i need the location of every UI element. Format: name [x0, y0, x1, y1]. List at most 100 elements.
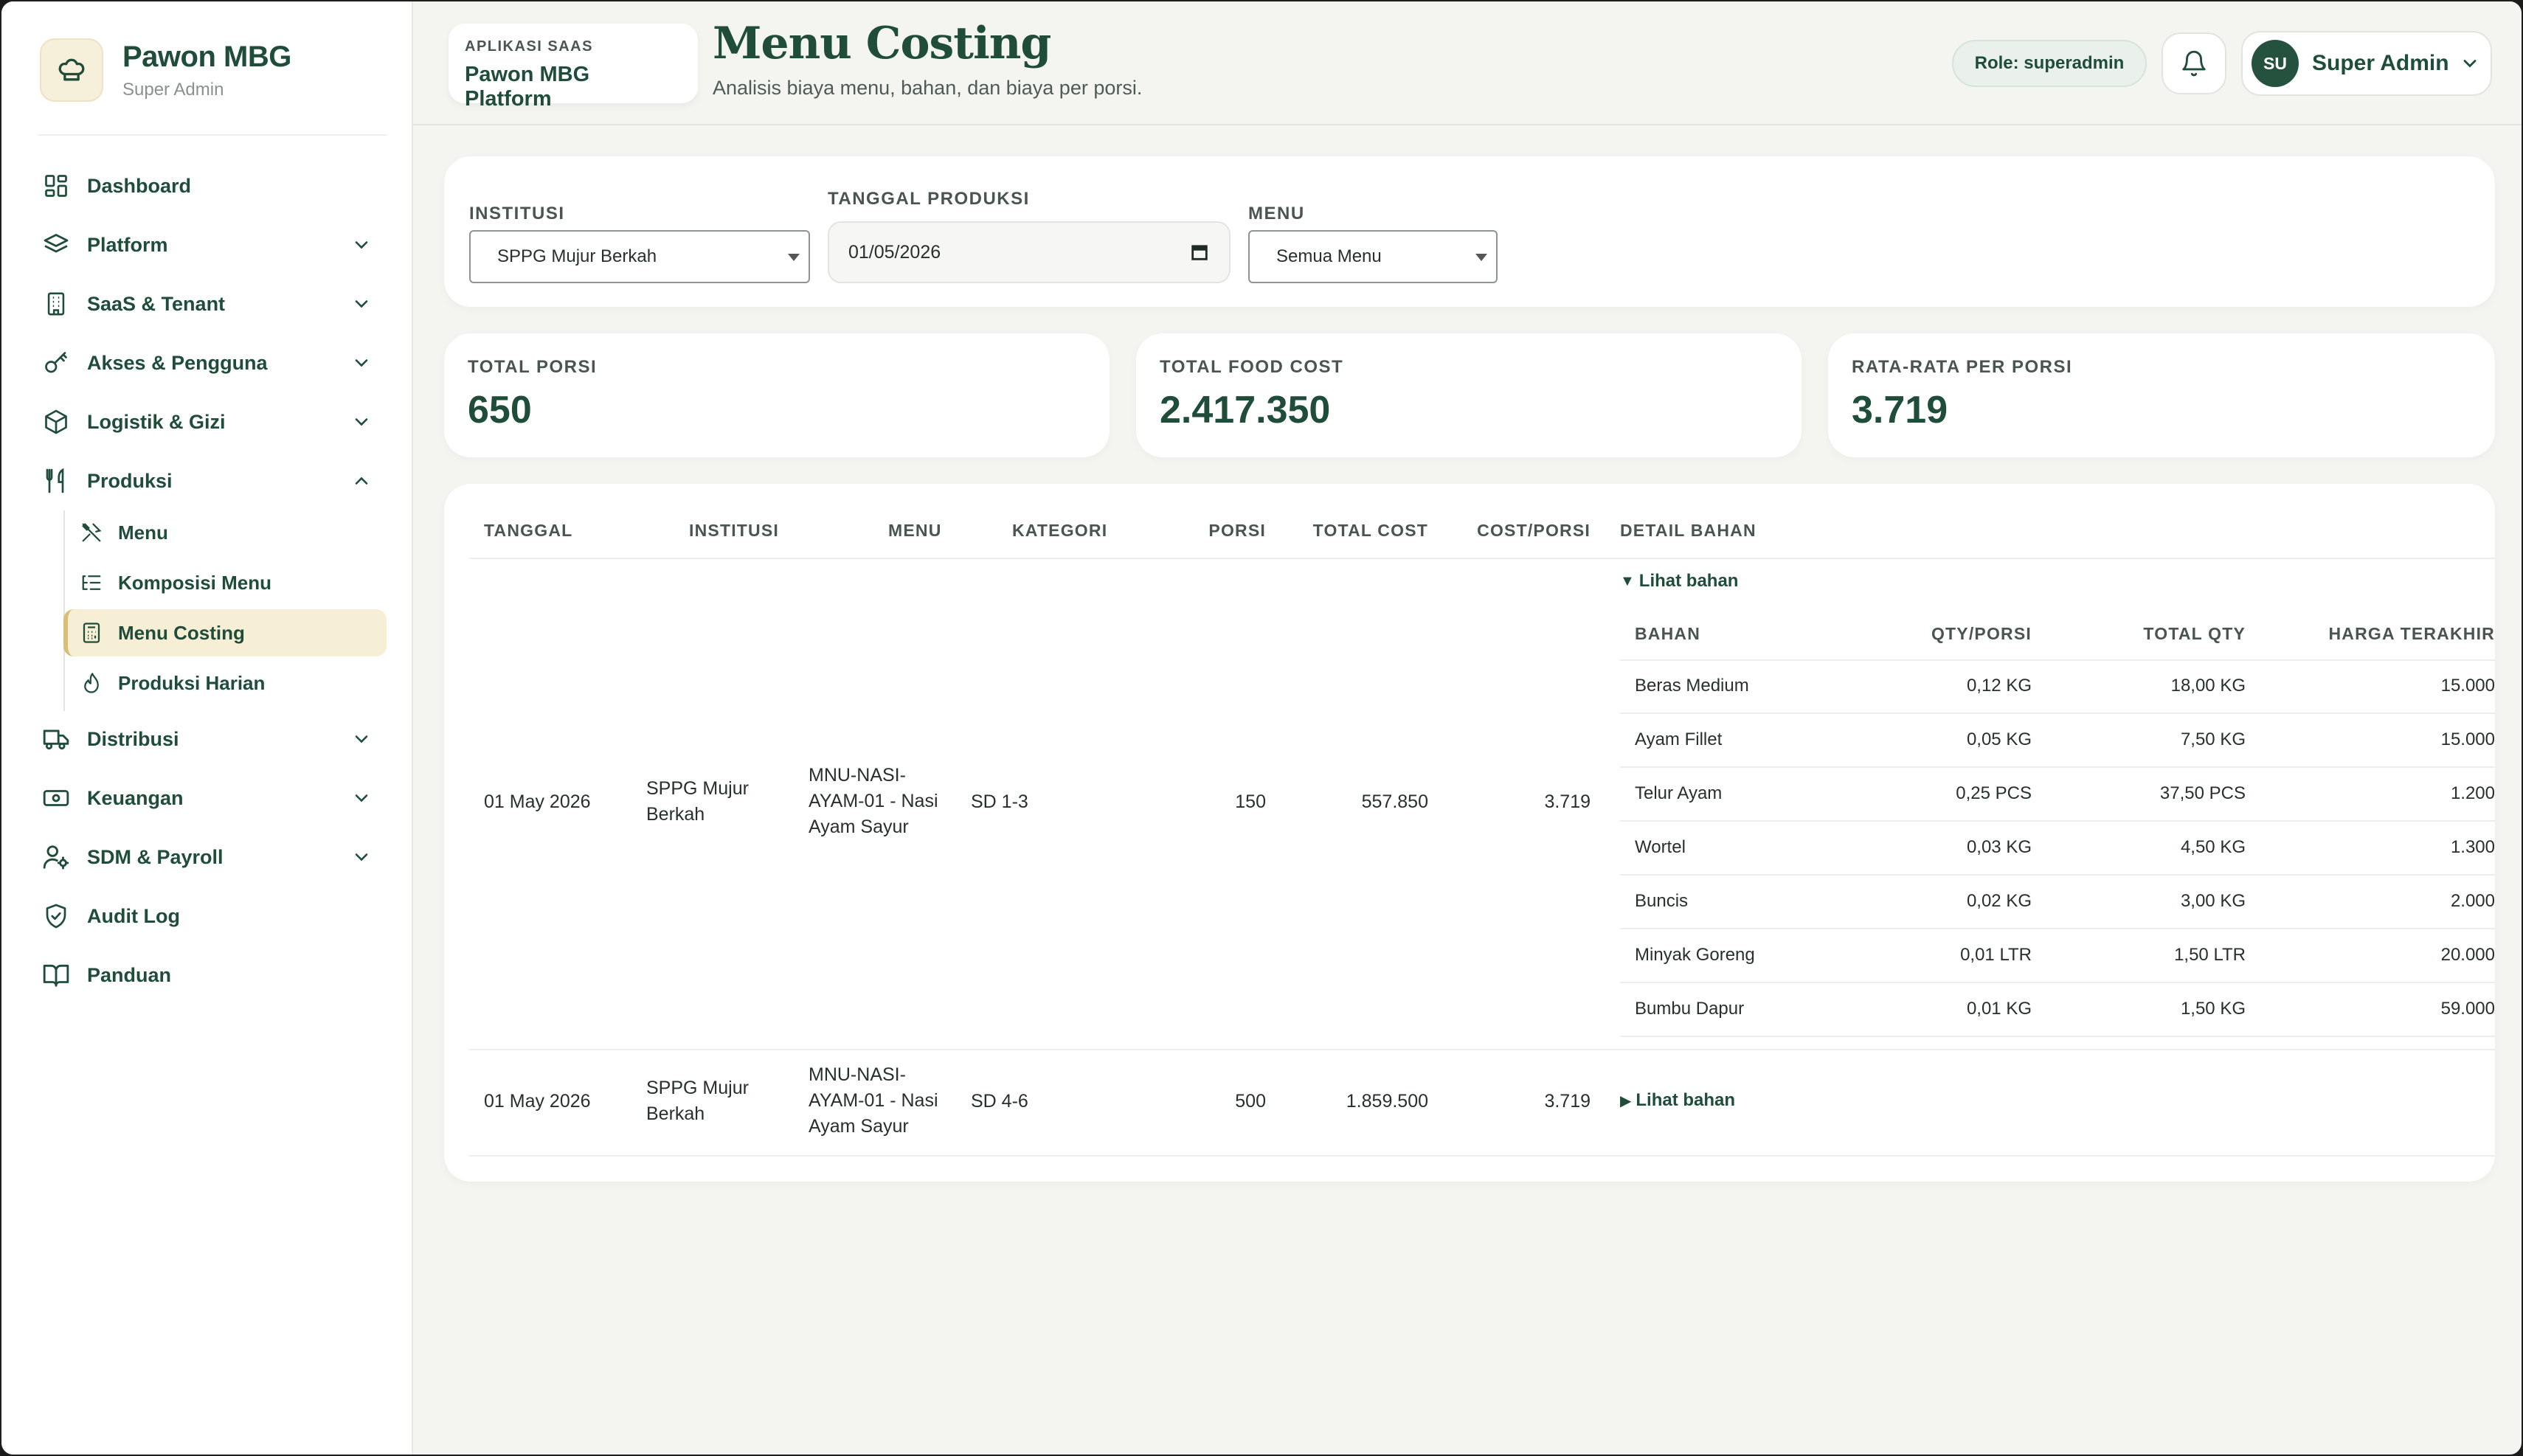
tanggal-input[interactable]: 01/05/2026	[828, 221, 1231, 283]
sidebar-item-saas-tenant[interactable]: SaaS & Tenant	[40, 280, 387, 327]
list-tree-icon	[78, 569, 105, 596]
detail-cell-harga: 15.000	[2440, 676, 2495, 696]
sidebar-item-platform[interactable]: Platform	[40, 221, 387, 268]
shield-check-icon	[40, 900, 72, 932]
detail-header-bahan: BAHAN	[1635, 624, 1701, 643]
column-header-kategori: KATEGORI	[1012, 521, 1108, 540]
sidebar-item-keuangan[interactable]: Keuangan	[40, 774, 387, 822]
cell-kategori: SD 4-6	[971, 1091, 1028, 1112]
detail-cell-harga: 1.200	[2450, 783, 2495, 803]
chevron-down-icon	[355, 300, 368, 308]
divider	[1620, 766, 2495, 768]
sidebar-item-dashboard[interactable]: Dashboard	[40, 162, 387, 209]
detail-cell-harga: 15.000	[2440, 729, 2495, 749]
chevron-down-icon	[355, 359, 368, 367]
sidebar-item-label: SaaS & Tenant	[87, 292, 226, 315]
menu-select[interactable]: Semua Menu	[1248, 230, 1498, 283]
sidebar-item-akses-pengguna[interactable]: Akses & Pengguna	[40, 339, 387, 386]
cell-cost-porsi: 3.719	[1544, 791, 1591, 812]
detail-header-harga-terakhir: HARGA TERAKHIR	[2328, 624, 2495, 643]
cell-tanggal: 01 May 2026	[484, 1091, 591, 1112]
detail-cell-total: 1,50 LTR	[2174, 945, 2246, 965]
utensils-crossed-icon	[78, 519, 105, 546]
divider	[38, 134, 387, 136]
cell-institusi: SPPG Mujur Berkah	[646, 1075, 749, 1127]
detail-toggle-collapsed[interactable]: ▶ Lihat bahan	[1620, 1090, 1735, 1111]
notifications-button[interactable]	[2162, 32, 2226, 94]
detail-cell-qty: 0,01 KG	[1966, 999, 2032, 1019]
cell-menu: MNU-NASI- AYAM-01 - Nasi Ayam Sayur	[809, 763, 938, 840]
chevron-up-icon	[355, 476, 368, 485]
dashboard-icon	[40, 170, 72, 202]
stat-label: TOTAL FOOD COST	[1160, 357, 1344, 377]
sidebar-item-logistik-gizi[interactable]: Logistik & Gizi	[40, 398, 387, 446]
sidebar-subitem-label: Produksi Harian	[118, 671, 266, 694]
user-menu-button[interactable]: SU Super Admin	[2241, 31, 2492, 96]
brand[interactable]: Pawon MBG Super Admin	[40, 38, 291, 102]
truck-icon	[40, 723, 72, 755]
column-header-porsi: PORSI	[1208, 521, 1266, 540]
sidebar-item-label: Akses & Pengguna	[87, 351, 268, 374]
column-header-cost-porsi: COST/PORSI	[1477, 521, 1591, 540]
sidebar-item-audit-log[interactable]: Audit Log	[40, 892, 387, 940]
divider	[1620, 874, 2495, 876]
chevron-down-icon	[355, 794, 368, 802]
detail-cell-harga: 20.000	[2440, 945, 2495, 965]
detail-cell-total: 37,50 PCS	[2159, 783, 2246, 803]
detail-cell-total: 7,50 KG	[2180, 729, 2246, 749]
detail-toggle-label: Lihat bahan	[1636, 1090, 1736, 1110]
column-header-total-cost: TOTAL COST	[1312, 521, 1428, 540]
calendar-icon[interactable]	[1189, 242, 1210, 263]
sidebar-subitem-produksi-harian[interactable]: Produksi Harian	[63, 659, 387, 707]
sidebar-subitem-menu-costing[interactable]: Menu Costing	[63, 609, 387, 656]
menu-label: MENU	[1248, 204, 1305, 223]
sidebar-item-label: Dashboard	[87, 174, 192, 197]
sidebar-item-distribusi[interactable]: Distribusi	[40, 715, 387, 763]
sidebar-item-label: Audit Log	[87, 904, 180, 927]
stat-label: RATA-RATA PER PORSI	[1852, 357, 2073, 377]
cell-institusi-line: Berkah	[646, 1103, 705, 1124]
sidebar-item-sdm-payroll[interactable]: SDM & Payroll	[40, 833, 387, 881]
user-cog-icon	[40, 841, 72, 873]
sidebar-item-panduan[interactable]: Panduan	[40, 951, 387, 999]
cell-institusi-line: SPPG Mujur	[646, 778, 749, 799]
detail-cell-harga: 2.000	[2450, 891, 2495, 911]
menu-value: Semua Menu	[1276, 246, 1382, 266]
detail-header-qty-porsi: QTY/PORSI	[1931, 624, 2032, 643]
app-chip[interactable]: APLIKASI SAAS Pawon MBG Platform	[449, 24, 698, 111]
detail-cell-bahan: Buncis	[1635, 891, 1689, 911]
chevron-down-icon	[2463, 60, 2476, 68]
costing-table: TANGGAL INSTITUSI MENU KATEGORI PORSI TO…	[444, 484, 2495, 1182]
cell-total-cost: 557.850	[1361, 791, 1428, 812]
detail-cell-bahan: Ayam Fillet	[1635, 729, 1723, 749]
stat-card-rata-rata-per-porsi: RATA-RATA PER PORSI 3.719	[1828, 333, 2495, 457]
cell-institusi-line: SPPG Mujur	[646, 1078, 749, 1098]
detail-cell-bahan: Telur Ayam	[1635, 783, 1723, 803]
package-icon	[40, 406, 72, 438]
detail-cell-qty: 0,12 KG	[1966, 676, 2032, 696]
top-header: APLIKASI SAAS Pawon MBG Platform Menu Co…	[413, 1, 2522, 125]
sidebar-item-label: Keuangan	[87, 786, 184, 809]
sidebar-item-label: Produksi	[87, 469, 173, 492]
detail-cell-harga: 1.300	[2450, 837, 2495, 857]
institusi-select[interactable]: SPPG Mujur Berkah	[469, 230, 810, 283]
divider	[469, 558, 2495, 559]
cell-menu-line: Ayam Sayur	[809, 1116, 909, 1137]
sidebar-subitem-menu[interactable]: Menu	[63, 509, 387, 556]
sidebar-item-produksi[interactable]: Produksi	[40, 457, 387, 505]
sidebar-item-label: Distribusi	[87, 727, 179, 750]
cell-institusi-line: Berkah	[646, 804, 705, 825]
sidebar-subitem-komposisi-menu[interactable]: Komposisi Menu	[63, 559, 387, 606]
detail-cell-qty: 0,05 KG	[1966, 729, 2032, 749]
sidebar-subitem-label: Menu Costing	[118, 621, 245, 644]
chevron-down-icon	[355, 735, 368, 743]
detail-cell-bahan: Bumbu Dapur	[1635, 999, 1745, 1019]
sidebar-item-label: Logistik & Gizi	[87, 410, 226, 433]
detail-toggle-expanded[interactable]: ▼ Lihat bahan	[1620, 571, 1738, 592]
detail-cell-total: 4,50 KG	[2180, 837, 2246, 857]
column-header-detail-bahan: DETAIL BAHAN	[1620, 521, 1757, 540]
brand-name: Pawon MBG	[122, 40, 291, 73]
cell-menu-line: MNU-NASI-	[809, 1064, 906, 1085]
stat-value: 3.719	[1852, 389, 1948, 431]
detail-cell-qty: 0,03 KG	[1966, 837, 2032, 857]
